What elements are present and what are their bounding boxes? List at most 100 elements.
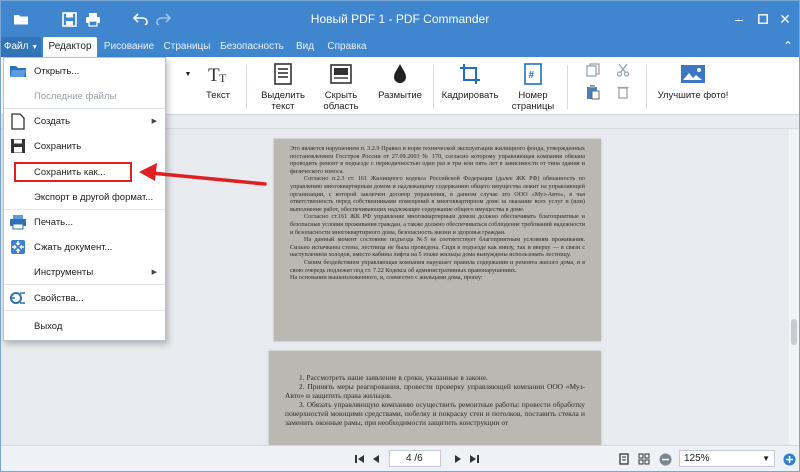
chevron-down-icon: ▼ [31,44,39,51]
copy-button[interactable] [583,61,603,113]
status-bar: 4 /6 125% ▼ [1,445,799,471]
page-number-field[interactable]: 4 /6 [389,450,441,467]
maximize-icon[interactable] [753,9,773,29]
last-page-icon[interactable] [467,452,481,466]
file-menu: Открыть... Последние файлы Создать ▶ Сох… [3,57,166,341]
menu-item-export-label: Экспорт в другой формат... [34,191,154,203]
submenu-arrow-icon: ▶ [151,118,157,125]
tab-security[interactable]: Безопасность [219,37,285,57]
document-page-5: 1. Рассмотреть наше заявление в сроки, у… [269,351,601,445]
text-tool-button[interactable]: TT Текст [201,61,235,113]
minimize-icon[interactable]: – [729,9,749,29]
page-paragraph: Своим бездействием управляющая компания … [290,258,585,274]
svg-text:T: T [219,71,227,85]
menu-item-save-label: Сохранить [34,140,82,152]
tab-drawing[interactable]: Рисование [101,37,157,57]
hide-area-button[interactable]: Скрыть область [315,61,367,113]
text-icon: TT [204,61,232,87]
ribbon-separator [646,65,647,109]
blur-button[interactable]: Размытие [375,61,425,113]
menu-item-save[interactable]: Сохранить [4,135,165,157]
tab-file[interactable]: Файл ▼ [1,37,41,57]
dropdown-arrow[interactable]: ▼ [181,61,195,113]
ribbon-tabs: Файл ▼ Редактор Рисование Страницы Безоп… [1,37,799,57]
document-page-4: Это является нарушением п. 3.2.9 Правил … [274,139,601,341]
submenu-arrow-icon: ▶ [151,269,157,276]
ribbon-separator [246,65,247,109]
menu-item-tools-label: Инструменты [34,266,94,278]
menu-item-exit[interactable]: Выход [4,315,165,337]
improve-photo-button[interactable]: Улучшите фото! [655,61,731,113]
crop-label: Кадрировать [441,90,499,101]
app-window: Новый PDF 1 - PDF Commander – ✕ Файл ▼ Р… [0,0,800,472]
scissors-icon [613,61,633,79]
zoom-value: 125% [684,453,710,464]
title-bar: Новый PDF 1 - PDF Commander – ✕ [1,1,799,37]
menu-separator [4,284,165,285]
scrollbar-thumb[interactable] [791,319,797,345]
trash-icon[interactable] [613,82,633,102]
paste-icon[interactable] [583,82,603,102]
save-icon [8,136,28,156]
image-icon [679,61,707,87]
next-page-icon[interactable] [451,452,465,466]
svg-text:#: # [529,70,535,81]
window-title: Новый PDF 1 - PDF Commander [310,12,490,26]
prev-page-icon[interactable] [369,452,383,466]
crop-icon [456,61,484,87]
print-icon [8,212,28,232]
page-paragraph: 3. Обязать управляющую компанию осуществ… [285,400,585,427]
menu-item-recent[interactable]: Последние файлы [4,85,165,107]
collapse-ribbon-icon[interactable]: ⌃ [783,39,793,53]
page-paragraph: 1. Рассмотреть наше заявление в сроки, у… [299,373,488,382]
page-paragraph: 2. Принять меры реагирования, провести п… [285,382,585,400]
droplet-icon [386,61,414,87]
zoom-in-icon[interactable] [781,452,797,466]
open-folder-icon [8,61,28,81]
menu-item-compress[interactable]: Сжать документ... [4,236,165,258]
copy-icon [583,61,603,79]
page-paragraph: На данный момент состояние подъезда №5 н… [290,236,585,259]
cut-button[interactable] [613,61,633,113]
zoom-select[interactable]: 125% ▼ [679,450,775,467]
menu-item-tools[interactable]: Инструменты ▶ [4,261,165,283]
chevron-down-icon: ▼ [184,70,192,78]
page-paragraph: Согласно п.2.3 ст. 161 Жилищного кодекса… [290,175,585,213]
menu-item-create[interactable]: Создать ▶ [4,110,165,132]
hide-area-label: Скрыть область [323,90,359,112]
chevron-down-icon: ▼ [762,454,770,463]
page-number-button[interactable]: # Номер страницы [507,61,559,113]
ribbon-separator [433,65,434,109]
highlight-text-button[interactable]: Выделить текст [253,61,313,113]
crop-button[interactable]: Кадрировать [439,61,501,113]
zoom-out-icon[interactable] [657,452,673,466]
menu-item-compress-label: Сжать документ... [34,241,113,253]
menu-separator [4,108,165,109]
current-page: 4 [406,453,412,464]
menu-item-print-label: Печать... [34,216,74,228]
blur-label: Размытие [378,90,422,101]
grid-view-icon[interactable] [637,452,651,466]
menu-separator [4,209,165,210]
menu-item-properties[interactable]: Свойства... [4,287,165,309]
single-page-view-icon[interactable] [617,452,631,466]
menu-item-open-label: Открыть... [34,65,80,77]
new-document-icon [8,111,28,131]
tab-editor[interactable]: Редактор [43,37,97,57]
properties-icon [8,288,28,308]
menu-item-properties-label: Свойства... [34,292,84,304]
close-icon[interactable]: ✕ [775,9,795,29]
menu-item-exit-label: Выход [34,320,63,332]
menu-item-export[interactable]: Экспорт в другой формат... [4,186,165,208]
tab-pages[interactable]: Страницы [161,37,213,57]
tab-help[interactable]: Справка [325,37,369,57]
menu-item-create-label: Создать [34,115,71,127]
page-paragraph: Согласно ст.161 ЖК РФ управление многокв… [290,213,585,236]
menu-item-print[interactable]: Печать... [4,211,165,233]
vertical-scrollbar[interactable] [789,129,799,445]
menu-item-recent-label: Последние файлы [34,90,117,102]
tab-view[interactable]: Вид [291,37,319,57]
hide-area-icon [327,61,355,87]
first-page-icon[interactable] [353,452,367,466]
menu-item-open[interactable]: Открыть... [4,60,165,82]
